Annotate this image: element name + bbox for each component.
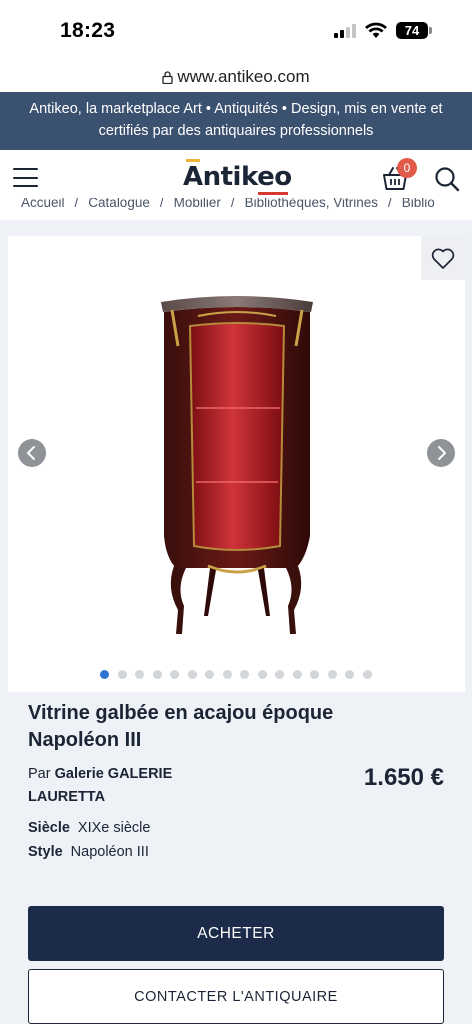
- search-icon[interactable]: [434, 166, 460, 192]
- gallery-dot[interactable]: [135, 670, 144, 679]
- status-time: 18:23: [60, 19, 116, 42]
- gallery-dot[interactable]: [100, 670, 109, 679]
- product-price: 1.650 €: [363, 764, 444, 791]
- buy-button[interactable]: ACHETER: [28, 906, 444, 961]
- seller-prefix: Par: [28, 766, 51, 782]
- cart-count-badge: 0: [397, 158, 417, 178]
- gallery-pagination: [100, 670, 372, 680]
- gallery-dot[interactable]: [310, 670, 319, 679]
- breadcrumb-item-biblio[interactable]: Biblio: [402, 198, 435, 210]
- attribute-key: Style: [28, 844, 63, 860]
- breadcrumb-separator: /: [388, 198, 392, 210]
- gallery-dot[interactable]: [292, 670, 302, 679]
- heart-icon: [431, 248, 455, 269]
- attribute-value: XIXe siècle: [77, 820, 151, 836]
- breadcrumb-separator: /: [74, 198, 79, 210]
- url-text: www.antikeo.com: [177, 67, 310, 86]
- gallery-dot[interactable]: [152, 670, 162, 679]
- seller-info: Par Galerie GALERIE LAURETTA: [28, 763, 228, 809]
- product-image-gallery[interactable]: [8, 236, 465, 692]
- gallery-dot[interactable]: [187, 670, 197, 679]
- breadcrumb-item-mobilier[interactable]: Mobilier: [174, 198, 221, 210]
- product-title: Vitrine galbée en acajou époque Napoléon…: [28, 702, 334, 751]
- breadcrumb: Accueil / Catalogue / Mobilier / Bibliothèques…: [0, 198, 472, 220]
- gallery-dot[interactable]: [117, 670, 127, 679]
- gallery-dot[interactable]: [205, 670, 214, 679]
- gallery-dot[interactable]: [240, 670, 249, 679]
- wifi-icon: [365, 22, 387, 38]
- battery-icon: 74: [396, 22, 428, 39]
- breadcrumb-item-catalogue[interactable]: Catalogue: [88, 198, 150, 210]
- gallery-dot[interactable]: [170, 670, 179, 679]
- chevron-left-icon: [27, 446, 35, 460]
- announcement-banner: Antikeo, la marketplace Art • Antiquités…: [0, 92, 472, 150]
- contact-dealer-button[interactable]: CONTACTER L'ANTIQUAIRE: [28, 969, 444, 1024]
- previous-image-button[interactable]: [18, 439, 46, 467]
- cellular-signal-icon: [334, 24, 360, 38]
- lock-icon: [162, 70, 174, 84]
- product-image-vitrine: [161, 296, 313, 634]
- status-bar: 18:23 74: [0, 0, 472, 62]
- attribute-row-siecle: Siècle XIXe siècle: [28, 820, 150, 836]
- site-logo[interactable]: Antikeo: [183, 162, 292, 192]
- breadcrumb-item-bibliotheques-vitrines[interactable]: Bibliothèques, Vitrines: [245, 198, 378, 210]
- menu-icon[interactable]: [13, 168, 38, 188]
- attribute-key: Siècle: [28, 820, 70, 836]
- breadcrumb-item-accueil[interactable]: Accueil: [21, 198, 65, 210]
- gallery-dot[interactable]: [222, 670, 232, 679]
- gallery-dot[interactable]: [257, 670, 267, 679]
- gallery-dot[interactable]: [275, 670, 284, 679]
- gallery-dot[interactable]: [345, 670, 354, 679]
- url-bar[interactable]: www.antikeo.com: [0, 62, 472, 92]
- attribute-row-style: Style Napoléon III: [28, 844, 149, 860]
- attribute-value: Napoléon III: [70, 844, 149, 860]
- breadcrumb-separator: /: [230, 198, 235, 210]
- chevron-right-icon: [438, 446, 446, 460]
- breadcrumb-separator: /: [159, 198, 164, 210]
- next-image-button[interactable]: [427, 439, 455, 467]
- gallery-dot[interactable]: [362, 670, 372, 679]
- favorite-button[interactable]: [421, 236, 465, 280]
- battery-tip: [429, 27, 432, 34]
- gallery-dot[interactable]: [327, 670, 337, 679]
- logo-accent-underline: [258, 192, 288, 195]
